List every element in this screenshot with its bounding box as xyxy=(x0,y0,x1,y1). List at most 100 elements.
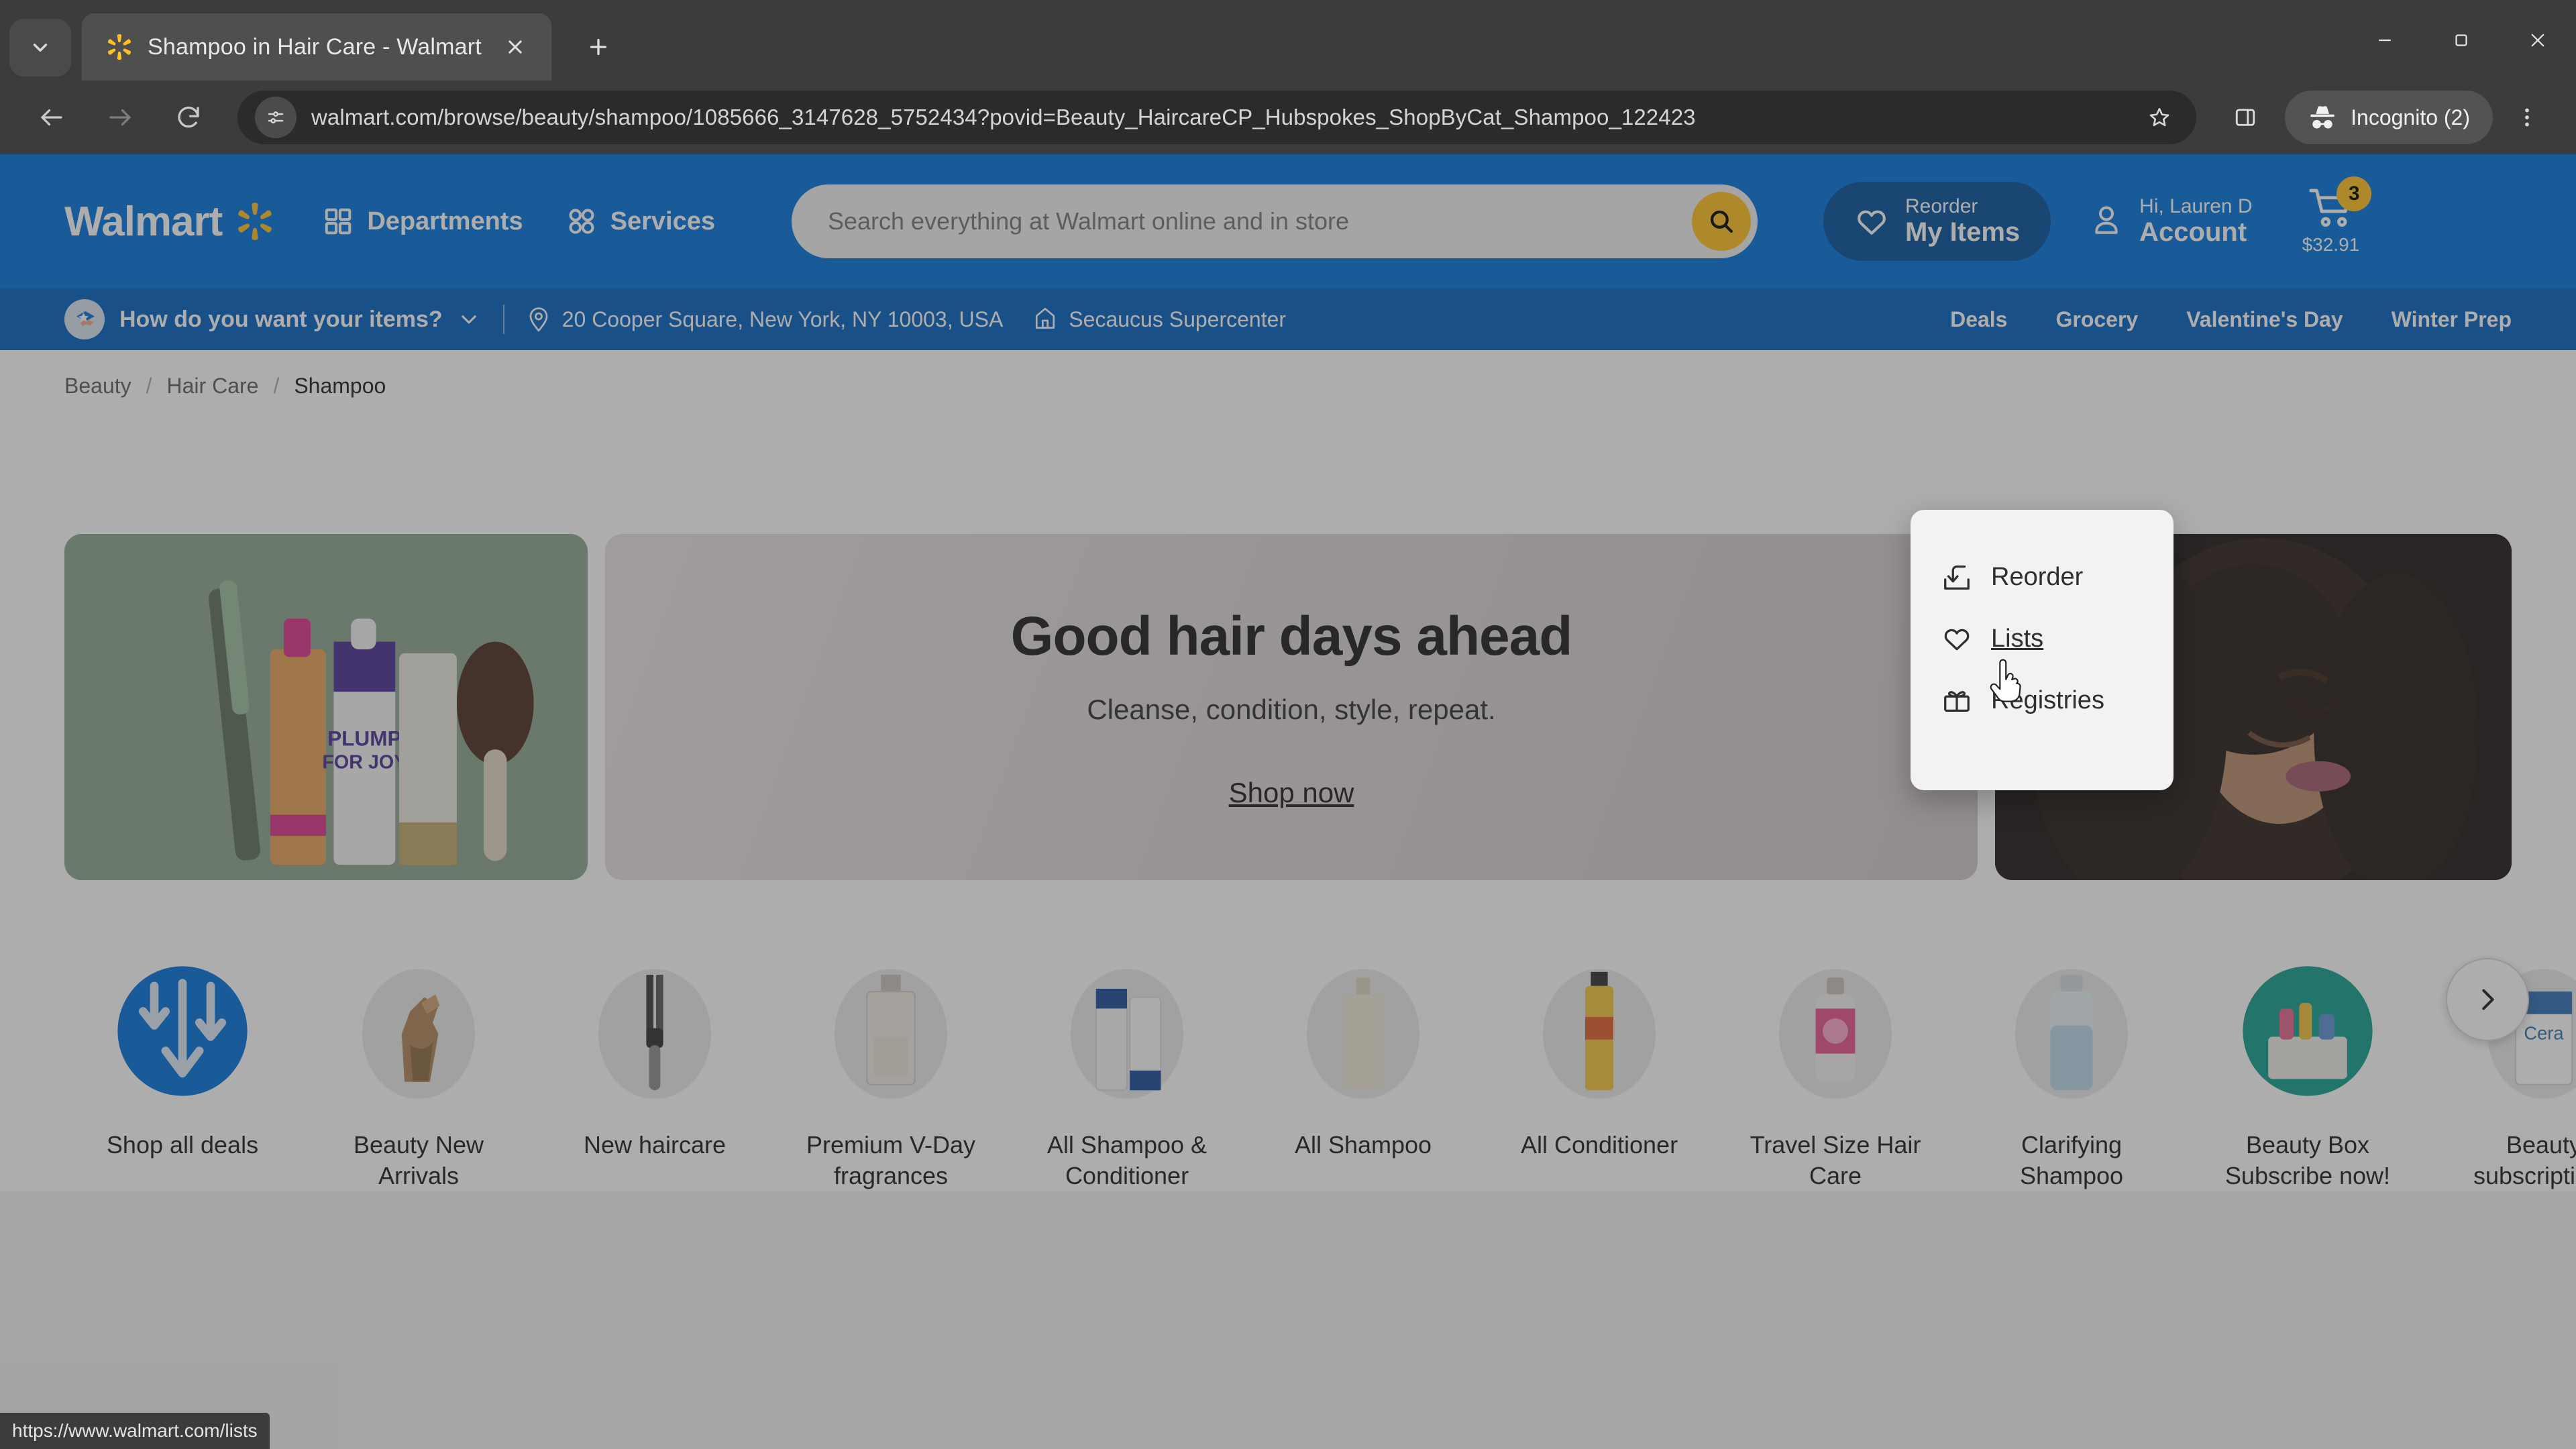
chevron-right-icon xyxy=(2482,989,2494,1010)
side-panel-icon xyxy=(2235,109,2255,126)
browser-toolbar: walmart.com/browse/beauty/shampoo/108566… xyxy=(0,80,2576,154)
url-text: walmart.com/browse/beauty/shampoo/108566… xyxy=(311,105,1696,129)
breadcrumb-item-beauty[interactable]: Beauty xyxy=(64,374,131,398)
fulfillment-label: How do you want your items? xyxy=(119,306,443,332)
flat-iron-icon xyxy=(584,961,725,1102)
walmart-header: Walmart Departments Services Search ever… xyxy=(0,154,2576,288)
reload-button[interactable] xyxy=(157,86,220,149)
category-label: Travel Size Hair Care xyxy=(1750,1131,1921,1190)
promo-nav-link-2[interactable]: Valentine's Day xyxy=(2186,307,2343,332)
tab-search-button[interactable] xyxy=(9,19,71,76)
map-pin-icon xyxy=(527,306,550,333)
search-bar[interactable] xyxy=(791,184,1758,258)
minimize-button[interactable] xyxy=(2347,0,2423,80)
divider xyxy=(502,305,504,334)
plus-icon xyxy=(590,38,607,56)
departments-button[interactable]: Departments xyxy=(323,206,523,237)
person-icon xyxy=(2090,203,2123,239)
category-tile[interactable]: New haircare xyxy=(537,961,773,1161)
category-tile[interactable]: Travel Size Hair Care xyxy=(1717,961,1953,1191)
store-selector[interactable]: Secaucus Supercenter xyxy=(1034,306,1286,333)
cart-total: $32.91 xyxy=(2302,234,2360,255)
heart-icon xyxy=(1854,204,1889,239)
reorder-box-arrow-icon xyxy=(1941,561,1972,592)
my-items-button[interactable]: Reorder My Items xyxy=(1823,182,2051,261)
category-tile[interactable]: All Shampoo xyxy=(1245,961,1481,1161)
category-tile[interactable]: Clarifying Shampoo xyxy=(1953,961,2190,1191)
cream-bottle-icon xyxy=(1293,961,1434,1102)
window-close-icon xyxy=(2531,34,2544,47)
back-button[interactable] xyxy=(20,86,83,149)
tab-close-button[interactable] xyxy=(496,28,534,66)
carousel-next-button[interactable] xyxy=(2446,958,2529,1041)
promo-nav-link-3[interactable]: Winter Prep xyxy=(2392,307,2512,332)
incognito-label: Incognito (2) xyxy=(2351,105,2470,129)
my-items-bottom-label: My Items xyxy=(1904,217,2021,248)
window-close-button[interactable] xyxy=(2500,0,2576,80)
new-tab-button[interactable] xyxy=(569,17,628,76)
menu-item-reorder[interactable]: Reorder xyxy=(1911,546,2174,608)
hero-shop-now-link[interactable]: Shop now xyxy=(1229,777,1354,809)
walmart-logo[interactable]: Walmart xyxy=(64,198,276,246)
deals-arrows-icon xyxy=(112,961,253,1102)
yellow-tube-icon xyxy=(1529,961,1670,1102)
breadcrumb-separator: / xyxy=(273,373,280,398)
browser-menu-button[interactable] xyxy=(2498,89,2556,146)
hero-tile-left[interactable]: PLUMP FOR JOY xyxy=(64,534,588,880)
hero-subtitle: Cleanse, condition, style, repeat. xyxy=(1087,694,1496,725)
category-tile[interactable]: Beauty Box Subscribe now! xyxy=(2190,961,2426,1191)
cart-button[interactable]: 3 $32.91 xyxy=(2302,176,2372,256)
delivery-illustration-icon xyxy=(64,299,105,339)
maximize-restore-icon xyxy=(2455,34,2467,46)
incognito-hat-icon xyxy=(2310,106,2334,129)
promo-nav-link-0[interactable]: Deals xyxy=(1950,307,2007,332)
account-label: Account xyxy=(2139,217,2247,248)
store-icon xyxy=(1034,306,1057,333)
fulfillment-selector[interactable]: How do you want your items? xyxy=(64,299,480,339)
category-tile[interactable]: All Conditioner xyxy=(1481,961,1717,1161)
breadcrumb: Beauty / Hair Care / Shampoo xyxy=(0,350,2576,421)
search-submit-button[interactable] xyxy=(1691,192,1751,251)
breadcrumb-item-hair-care[interactable]: Hair Care xyxy=(167,374,259,398)
side-panel-button[interactable] xyxy=(2216,89,2274,146)
my-items-top-label: Reorder xyxy=(1904,195,1978,217)
grid-icon xyxy=(323,206,354,237)
account-button[interactable]: Hi, Lauren D Account xyxy=(2090,195,2253,248)
minimize-icon xyxy=(2379,39,2391,42)
incognito-indicator[interactable]: Incognito (2) xyxy=(2285,91,2493,144)
promo-nav-link-1[interactable]: Grocery xyxy=(2055,307,2138,332)
maximize-button[interactable] xyxy=(2423,0,2500,80)
gift-icon xyxy=(1941,685,1972,716)
category-tile[interactable]: Shop all deals xyxy=(64,961,301,1161)
category-tile[interactable]: Beauty New Arrivals xyxy=(301,961,537,1191)
search-input[interactable] xyxy=(827,207,1692,235)
category-label: Beauty subscriptions xyxy=(2473,1131,2576,1190)
hero-banner[interactable]: Good hair days ahead Cleanse, condition,… xyxy=(605,534,1978,880)
browser-tab[interactable]: Shampoo in Hair Care - Walmart.com xyxy=(82,13,551,80)
menu-item-label: Reorder xyxy=(1991,562,2084,591)
services-button[interactable]: Services xyxy=(566,206,715,237)
menu-item-registries[interactable]: Registries xyxy=(1911,669,2174,731)
category-tile[interactable]: Premium V-Day fragrances xyxy=(773,961,1009,1191)
tab-strip: Shampoo in Hair Care - Walmart.com xyxy=(0,0,2576,80)
two-bottles-icon xyxy=(1057,961,1197,1102)
perfume-bottle-icon xyxy=(820,961,961,1102)
close-icon xyxy=(508,40,522,54)
svg-text:Cera: Cera xyxy=(2524,1023,2564,1044)
category-label: Clarifying Shampoo xyxy=(2019,1131,2124,1190)
arrow-right-icon xyxy=(109,109,131,126)
forward-button[interactable] xyxy=(89,86,152,149)
location-group[interactable]: 20 Cooper Square, New York, NY 10003, US… xyxy=(527,306,1286,333)
category-tile[interactable]: All Shampoo & Conditioner xyxy=(1009,961,1245,1191)
circles-icon xyxy=(566,206,597,237)
hair-products-illustration: PLUMP FOR JOY xyxy=(76,534,576,880)
search-icon xyxy=(1710,210,1733,233)
site-settings-icon[interactable] xyxy=(255,97,297,138)
three-dot-menu-icon xyxy=(2525,108,2529,127)
category-carousel: Shop all deals Beauty New Arrivals New h… xyxy=(64,880,2576,1191)
address-bar[interactable]: walmart.com/browse/beauty/shampoo/108566… xyxy=(237,91,2197,144)
menu-item-lists[interactable]: Lists xyxy=(1911,608,2174,669)
svg-text:PLUMP: PLUMP xyxy=(327,726,401,750)
bookmark-button[interactable] xyxy=(2140,98,2179,137)
breadcrumb-separator: / xyxy=(146,373,152,398)
